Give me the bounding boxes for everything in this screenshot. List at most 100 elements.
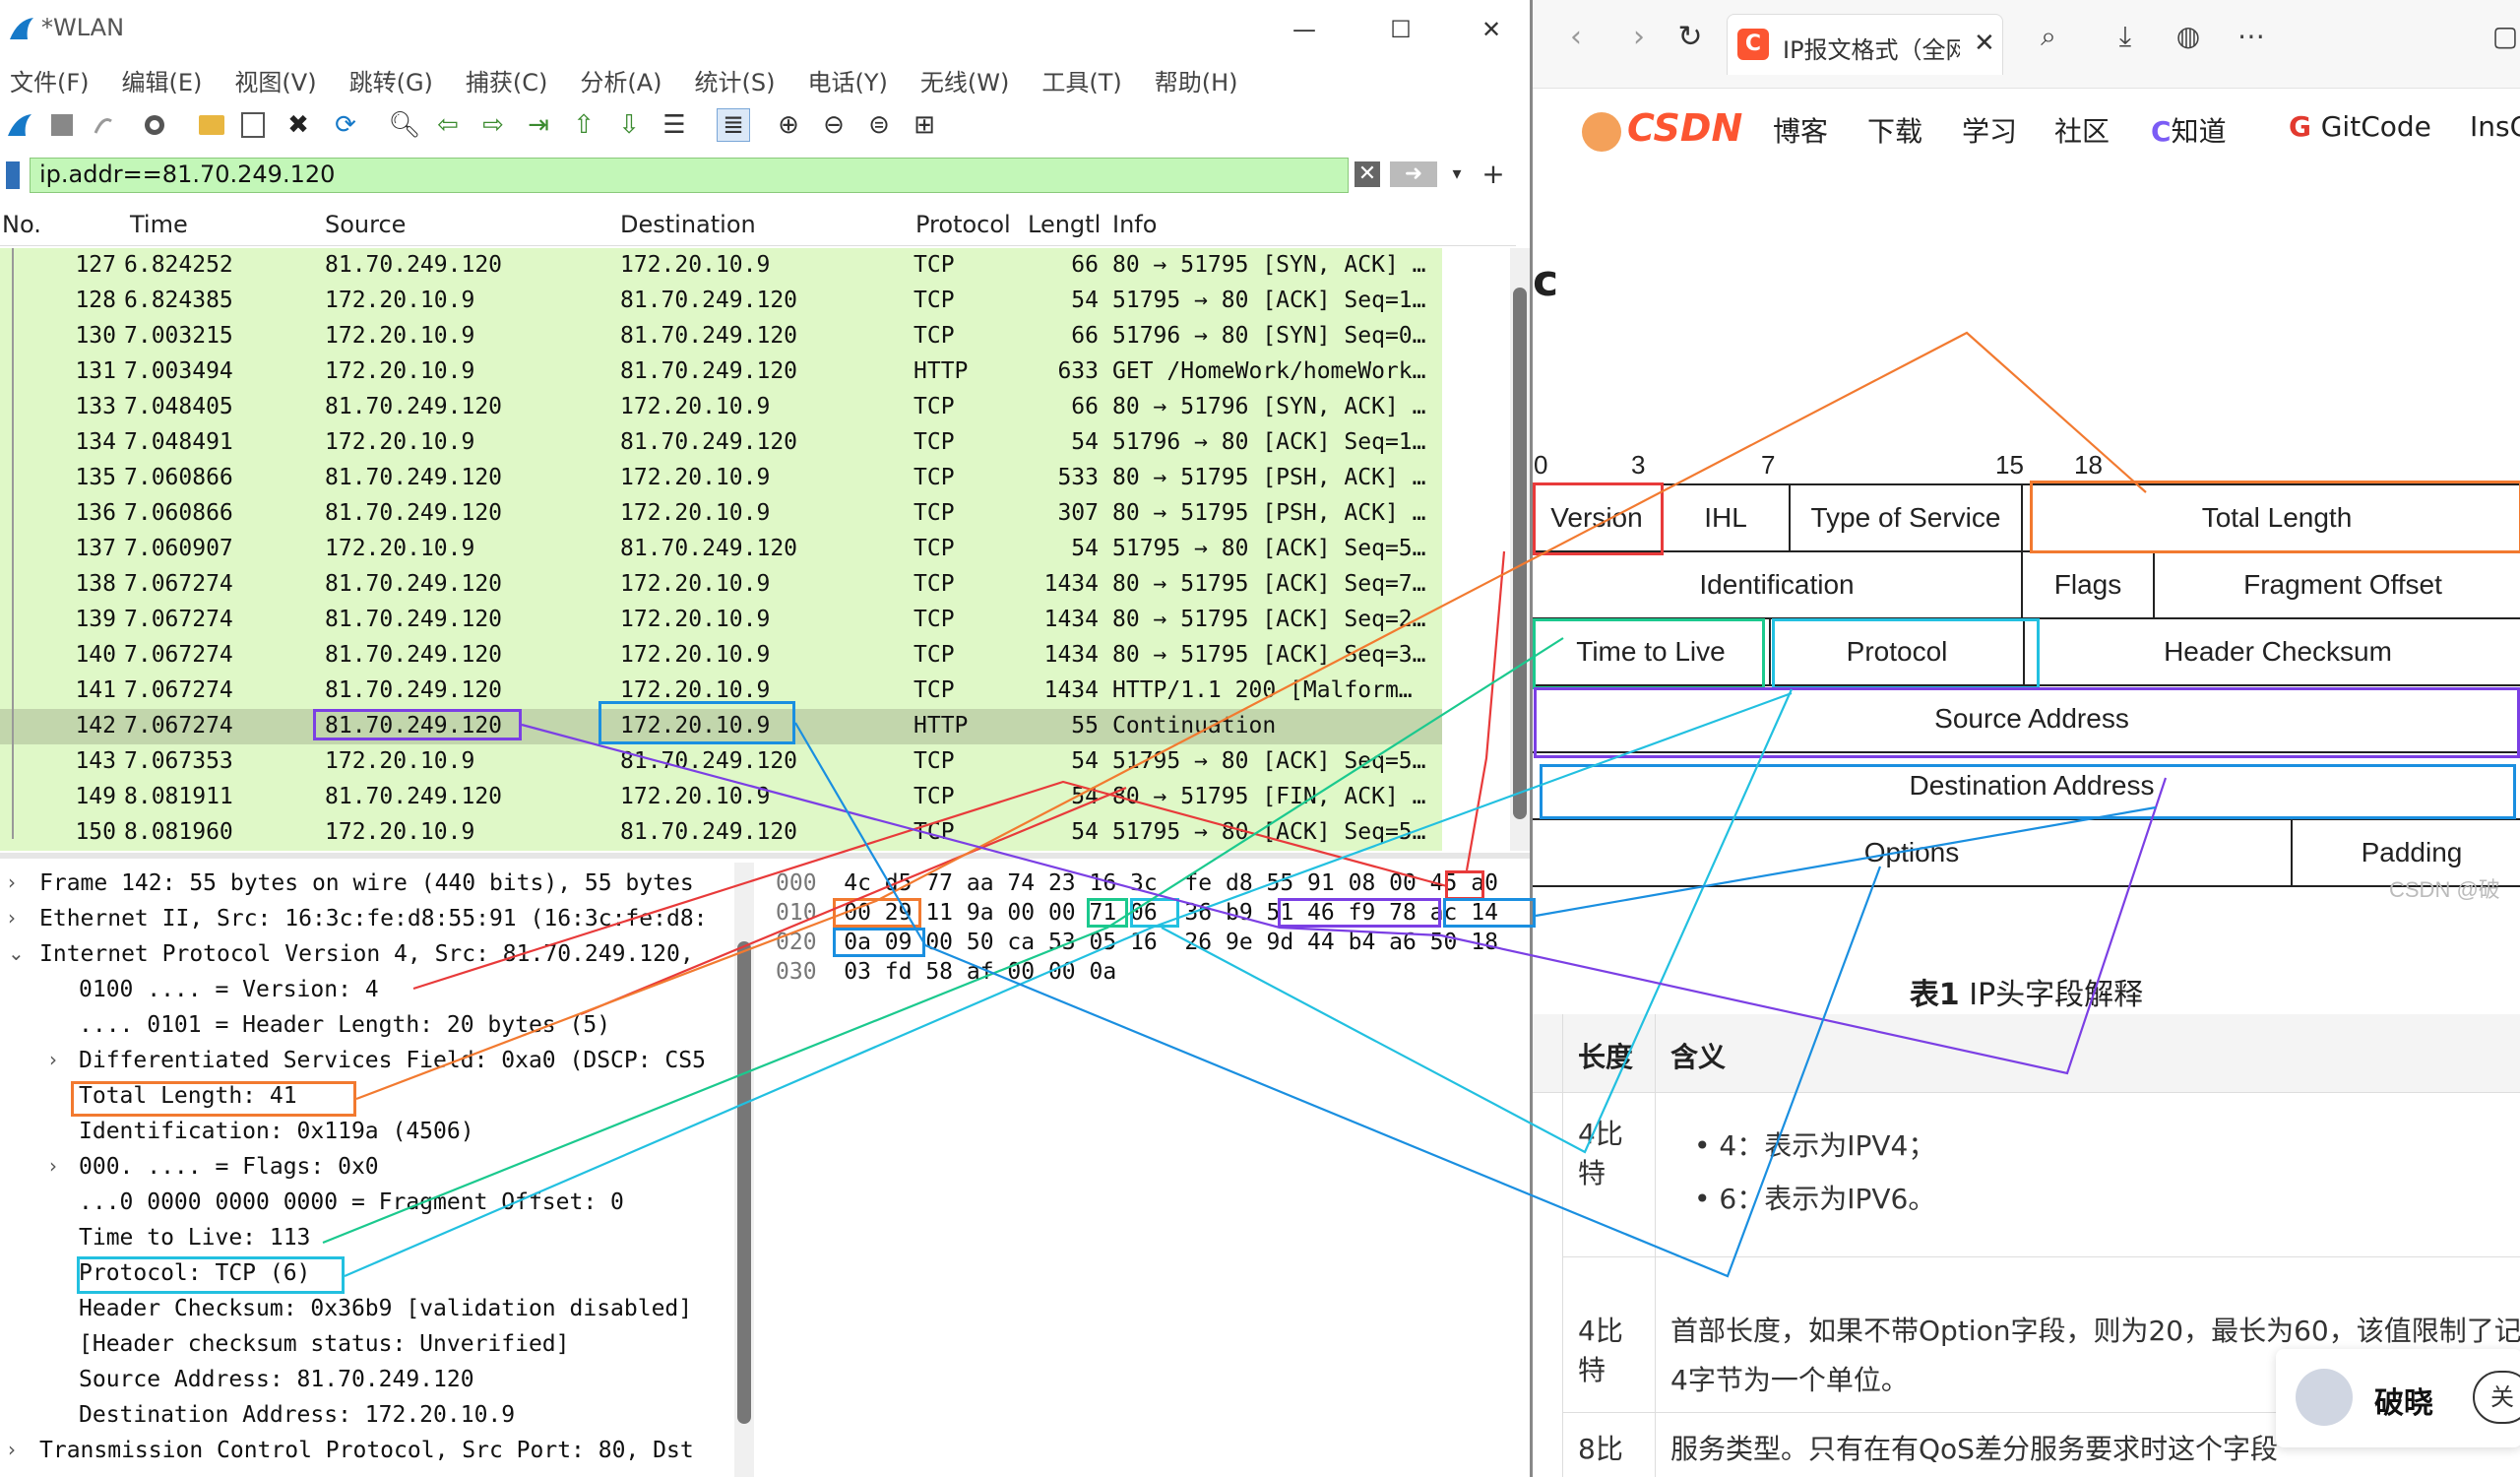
menu-file[interactable]: 文件(F) [10,63,90,97]
menu-tools[interactable]: 工具(T) [1041,63,1121,97]
forward-arrow-icon[interactable]: ⇨ [476,108,510,142]
zoom-out-icon[interactable]: ⊖ [817,108,850,142]
detail-line[interactable]: Source Address: 81.70.249.120 [79,1367,474,1400]
nav-blog[interactable]: 博客 [1773,110,1828,150]
zoom-normal-icon[interactable]: ⊜ [862,108,896,142]
detail-line[interactable]: Total Length: 41 [79,1083,297,1117]
detail-line[interactable]: 0100 .... = Version: 4 [79,977,379,1010]
menu-edit[interactable]: 编辑(E) [122,63,203,97]
resize-columns-icon[interactable]: ⊞ [908,108,941,142]
chevron-right-icon[interactable]: › [8,906,16,930]
detail-line[interactable]: Transmission Control Protocol, Src Port:… [39,1438,694,1471]
nav-download[interactable]: 下载 [1867,110,1922,150]
menu-wireless[interactable]: 无线(W) [920,63,1009,97]
zoom-in-icon[interactable]: ⊕ [772,108,805,142]
menu-analyze[interactable]: 分析(A) [580,63,662,97]
nav-zhidao[interactable]: C知道 [2151,110,2227,150]
detail-line[interactable]: Internet Protocol Version 4, Src: 81.70.… [39,941,694,975]
table-row[interactable]: 137 7.060907 172.20.10.9 81.70.249.120 TCP 54… [0,532,1442,567]
browser-tab[interactable]: C IP报文格式（全网 ✕ [1727,14,2003,75]
detail-line[interactable]: Differentiated Services Field: 0xa0 (DSC… [79,1048,706,1081]
menu-statistics[interactable]: 统计(S) [695,63,776,97]
close-file-icon[interactable]: ✖ [282,108,315,142]
options-gear-icon[interactable] [138,108,171,142]
table-row[interactable]: 149 8.081911 81.70.249.120 172.20.10.9 TCP 54… [0,780,1442,815]
table-row[interactable]: 128 6.824385 172.20.10.9 81.70.249.120 TCP 54… [0,284,1442,319]
nav-insc[interactable]: InsC [2470,110,2520,143]
window-icon[interactable]: ▢ [2484,20,2520,63]
detail-line[interactable]: [Header checksum status: Unverified] [79,1331,570,1365]
first-packet-icon[interactable]: ⇧ [567,108,600,142]
avatar[interactable] [2296,1369,2353,1426]
refresh-icon[interactable]: ↻ [1670,20,1710,54]
detail-line[interactable]: Time to Live: 113 [79,1225,310,1258]
add-filter-button[interactable]: + [1479,158,1508,191]
apply-filter-icon[interactable]: ➜ [1390,161,1437,187]
back-icon[interactable]: ‹ [1556,20,1596,54]
goto-packet-icon[interactable]: ⇥ [522,108,555,142]
csdn-logo[interactable]: CSDN [1627,106,1742,150]
clear-filter-icon[interactable]: ✕ [1354,161,1380,187]
globe-icon[interactable]: ◍ [2167,20,2210,63]
table-row[interactable]: 130 7.003215 172.20.10.9 81.70.249.120 TCP 66… [0,319,1442,354]
table-row[interactable]: 139 7.067274 81.70.249.120 172.20.10.9 TCP 14… [0,603,1442,638]
menu-capture[interactable]: 捕获(C) [466,63,547,97]
table-row[interactable]: 136 7.060866 81.70.249.120 172.20.10.9 TCP 30… [0,496,1442,532]
col-destination[interactable]: Destination [620,211,756,238]
reload-icon[interactable]: ⟳ [329,108,362,142]
close-tab-icon[interactable]: ✕ [1974,29,1995,58]
author-name[interactable]: 破晓 [2374,1379,2433,1422]
chevron-right-icon[interactable]: › [49,1154,57,1178]
chevron-right-icon[interactable]: › [8,870,16,894]
stop-icon[interactable] [45,108,79,142]
restart-icon[interactable] [87,108,120,142]
col-time[interactable]: Time [130,211,188,238]
detail-line[interactable]: Frame 142: 55 bytes on wire (440 bits), … [39,870,694,904]
forward-icon[interactable]: › [1619,20,1659,54]
chevron-right-icon[interactable]: › [49,1048,57,1071]
table-row[interactable]: 140 7.067274 81.70.249.120 172.20.10.9 TCP 14… [0,638,1442,674]
open-folder-icon[interactable] [195,108,228,142]
more-icon[interactable]: ⋯ [2230,20,2273,63]
table-row[interactable]: 133 7.048405 81.70.249.120 172.20.10.9 TCP 66… [0,390,1442,425]
autoscroll-icon[interactable]: ☰ [658,108,691,142]
nav-community[interactable]: 社区 [2054,110,2110,150]
packet-list-scrollbar[interactable] [1510,248,1530,851]
table-row[interactable]: 135 7.060866 81.70.249.120 172.20.10.9 TCP 53… [0,461,1442,496]
table-row[interactable]: 131 7.003494 172.20.10.9 81.70.249.120 HTTP 6… [0,354,1442,390]
table-row[interactable]: 127 6.824252 81.70.249.120 172.20.10.9 TCP 66… [0,248,1442,284]
chevron-down-icon[interactable]: ⌄ [8,941,25,965]
col-protocol[interactable]: Protocol [915,211,1011,238]
detail-line[interactable]: Protocol: TCP (6) [79,1260,310,1294]
table-row[interactable]: 150 8.081960 172.20.10.9 81.70.249.120 TCP 54… [0,815,1442,851]
find-icon[interactable]: 🔍︎ [388,108,421,142]
detail-line[interactable]: Destination Address: 172.20.10.9 [79,1402,515,1436]
maximize-button[interactable]: ☐ [1376,8,1425,51]
detail-line[interactable]: Header Checksum: 0x36b9 [validation disa… [79,1296,692,1329]
minimize-button[interactable]: — [1280,8,1329,51]
detail-line[interactable]: 000. .... = Flags: 0x0 [79,1154,379,1188]
hex-line[interactable]: 010 00 29 11 9a 00 00 71 06 36 b9 51 46 … [776,900,1498,930]
chevron-right-icon[interactable]: › [8,1438,16,1461]
menu-view[interactable]: 视图(V) [234,63,316,97]
shark-fin-icon[interactable] [4,108,37,142]
col-source[interactable]: Source [325,211,406,238]
col-info[interactable]: Info [1112,211,1157,238]
table-row[interactable]: 143 7.067353 172.20.10.9 81.70.249.120 TCP 54… [0,744,1442,780]
hex-line[interactable]: 030 03 fd 58 af 00 00 0a [776,959,1116,989]
nav-gitcode[interactable]: G GitCode [2289,110,2431,143]
hex-line[interactable]: 020 0a 09 00 50 ca 53 05 16 26 9e 9d 44 … [776,930,1498,959]
menu-help[interactable]: 帮助(H) [1155,63,1238,97]
menu-telephony[interactable]: 电话(Y) [808,63,888,97]
detail-line[interactable]: Ethernet II, Src: 16:3c:fe:d8:55:91 (16:… [39,906,708,939]
table-row[interactable]: 134 7.048491 172.20.10.9 81.70.249.120 TCP 54… [0,425,1442,461]
details-scrollbar[interactable] [734,863,754,1477]
table-row[interactable]: 141 7.067274 81.70.249.120 172.20.10.9 TCP 14… [0,674,1442,709]
detail-line[interactable]: ...0 0000 0000 0000 = Fragment Offset: 0 [79,1189,624,1223]
follow-button[interactable]: 关 [2473,1371,2520,1424]
detail-line[interactable]: Identification: 0x119a (4506) [79,1119,474,1152]
detail-line[interactable]: .... 0101 = Header Length: 20 bytes (5) [79,1012,610,1046]
last-packet-icon[interactable]: ⇩ [612,108,646,142]
nav-learn[interactable]: 学习 [1962,110,2017,150]
save-icon[interactable] [236,108,270,142]
